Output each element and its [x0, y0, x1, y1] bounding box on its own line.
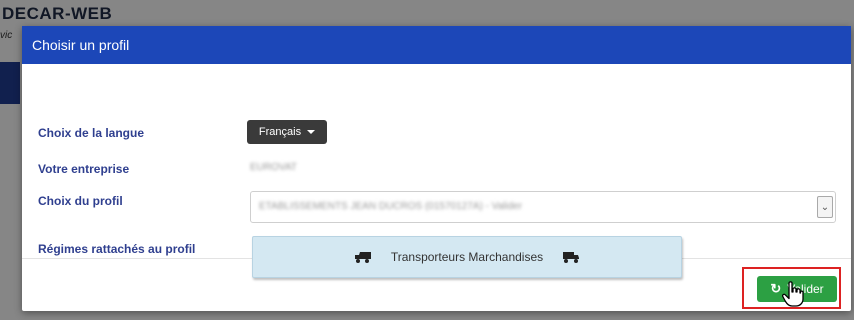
language-label: Choix de la langue	[38, 126, 145, 140]
profile-value: ETABLISSEMENTS JEAN DUCROS (01570127A) -…	[259, 201, 523, 212]
regimes-label: Régimes rattachés au profil	[38, 242, 196, 256]
company-label: Votre entreprise	[38, 162, 130, 176]
company-value: EUROVAT	[250, 162, 297, 173]
refresh-icon: ↻	[770, 281, 782, 296]
profile-label: Choix du profil	[38, 194, 123, 208]
modal-footer: ↻ Valider	[22, 259, 851, 311]
modal-title: Choisir un profil	[32, 37, 130, 53]
hand-cursor-icon	[782, 281, 804, 307]
modal-header: Choisir un profil	[22, 26, 851, 64]
caret-down-icon	[307, 130, 316, 134]
language-value: Français	[258, 126, 302, 138]
chevron-down-icon[interactable]: ⌄	[817, 196, 833, 218]
profile-modal: Choisir un profil Choix de la langue Fra…	[22, 26, 851, 311]
profile-select[interactable]: ETABLISSEMENTS JEAN DUCROS (01570127A) -…	[250, 191, 836, 223]
modal-body: Choix de la langue Français Votre entrep…	[22, 64, 851, 278]
language-dropdown[interactable]: Français	[247, 120, 327, 144]
